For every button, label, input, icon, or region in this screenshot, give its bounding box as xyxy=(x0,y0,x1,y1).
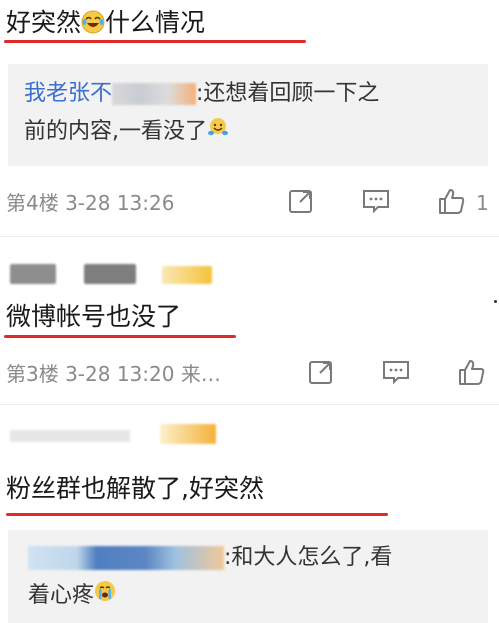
reply-text-line2: 着心疼 xyxy=(28,583,95,608)
masked-username xyxy=(10,264,56,284)
reply-text-line1: :还想着回顾一下之 xyxy=(196,81,380,106)
red-underline xyxy=(4,335,236,338)
red-underline xyxy=(6,513,388,516)
top-comment: 好突然 什么情况 xyxy=(6,10,205,38)
hugging-face-icon xyxy=(207,114,229,150)
share-icon[interactable] xyxy=(286,186,316,216)
reply-line-2: 着心疼 xyxy=(28,578,116,614)
reply-line-2: 前的内容,一看没了 xyxy=(24,114,229,150)
reply-quote-box[interactable]: 我老张不 :还想着回顾一下之 前的内容,一看没了 xyxy=(8,64,488,166)
top-comment-text-a: 好突然 xyxy=(6,8,82,37)
reply-text-line2: 前的内容,一看没了 xyxy=(24,119,207,144)
reply-text-line1: :和大人怎么了,看 xyxy=(224,545,393,570)
comment-icon[interactable] xyxy=(361,186,391,216)
floor-3-comment: 微博帐号也没了 xyxy=(6,302,182,331)
meta-floor-3: 第3楼 3-28 13:20 来… xyxy=(6,362,221,386)
laughing-crying-face-icon xyxy=(81,10,105,38)
meta-floor-4: 第4楼 3-28 13:26 xyxy=(6,191,175,215)
reply-quote-box[interactable]: :和大人怎么了,看 着心疼 xyxy=(8,530,488,623)
masked-username xyxy=(84,264,136,284)
comment-icon[interactable] xyxy=(381,357,411,387)
share-icon[interactable] xyxy=(306,357,336,387)
reply-line-1: :和大人怎么了,看 xyxy=(28,540,392,576)
reply-username[interactable]: 我老张不 xyxy=(24,81,112,106)
crying-face-icon xyxy=(94,578,116,614)
reply-line-1: 我老张不 :还想着回顾一下之 xyxy=(24,76,379,112)
username-mask xyxy=(28,546,224,570)
masked-username xyxy=(10,430,130,442)
top-comment-text-b: 什么情况 xyxy=(105,8,206,37)
divider xyxy=(0,404,499,405)
dot xyxy=(494,300,497,303)
username-mask xyxy=(112,83,197,105)
masked-badge xyxy=(162,266,212,284)
like-icon[interactable] xyxy=(456,357,486,387)
red-underline xyxy=(4,40,306,43)
masked-badge xyxy=(160,424,216,444)
divider xyxy=(0,236,499,237)
like-count: 1 xyxy=(476,191,489,215)
like-icon[interactable] xyxy=(436,186,466,216)
floor-2-comment: 粉丝群也解散了,好突然 xyxy=(6,474,264,503)
